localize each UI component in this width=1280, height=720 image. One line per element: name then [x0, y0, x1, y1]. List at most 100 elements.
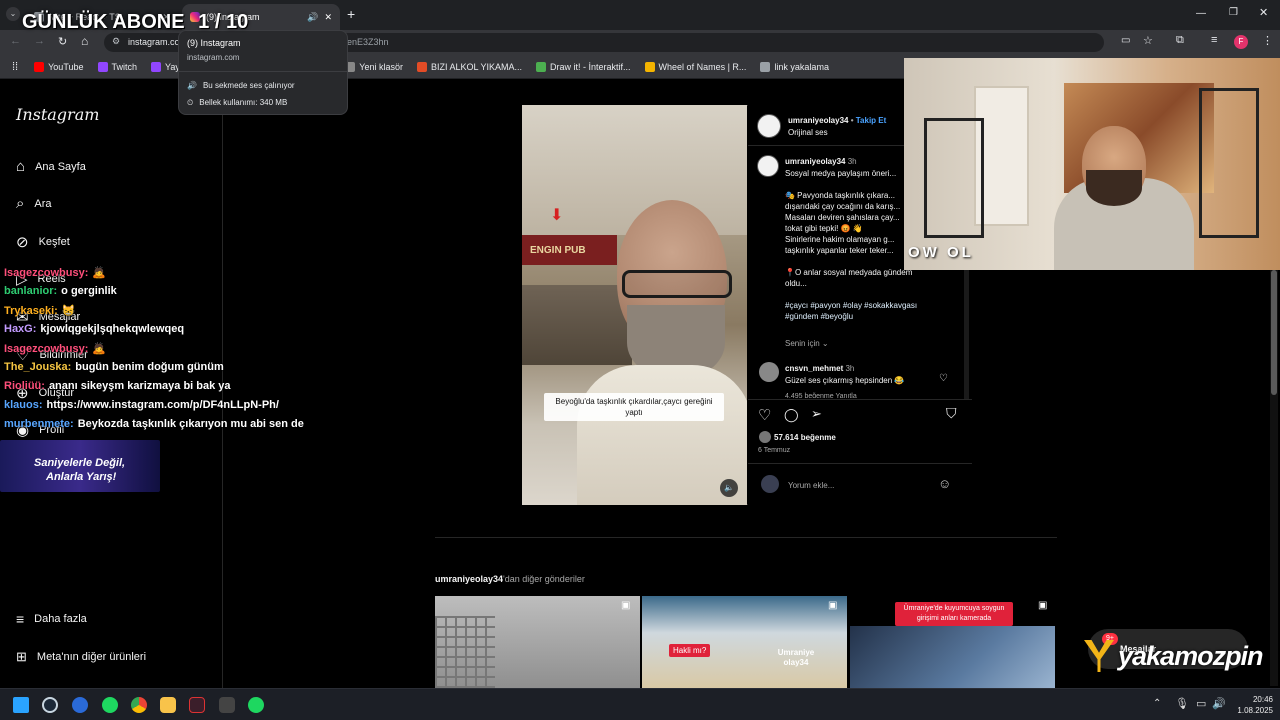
chat-text: kjowlqgekjlşqhekqwlewqeq: [40, 323, 185, 335]
thumb-2-label: Hakli mı?: [669, 644, 711, 657]
chat-username: klauos:: [4, 399, 43, 411]
caption-line: oldu...: [785, 279, 807, 288]
bookmark-item[interactable]: YouTube: [34, 61, 84, 72]
minimize-icon[interactable]: —: [1196, 8, 1206, 19]
crowd: [522, 285, 632, 365]
bookmark-item[interactable]: Wheel of Names | R...: [644, 61, 747, 72]
tab-hover-card: (9) Instagram instagram.com 🔊 Bu sekmede…: [178, 30, 348, 115]
obs-icon[interactable]: [72, 697, 88, 713]
chat-message: klauos: https://www.instagram.com/p/DF4nL…: [4, 399, 279, 411]
like-count[interactable]: 57.614 beğenme: [774, 432, 836, 443]
thumb-post-3[interactable]: Ümraniye'de kuyumcuya soygun girişimi an…: [850, 596, 1055, 688]
chat-text: Beykozda taşkınlık çıkarıyon mu abi sen …: [77, 418, 304, 430]
author-username[interactable]: umraniyeolay34: [788, 116, 848, 125]
chat-username: Trykaseki:: [4, 305, 58, 317]
mute-icon[interactable]: 🔈: [720, 479, 738, 497]
bookmark-favicon-icon: [536, 61, 547, 72]
cast-icon[interactable]: ▭: [1121, 35, 1130, 46]
app-icon[interactable]: [189, 697, 205, 713]
chat-message: Rioliüü: ananı sikeyşm karizmaya bi bak y…: [4, 380, 231, 392]
share-icon[interactable]: ➢: [811, 406, 822, 422]
comment-username[interactable]: cnsvn_mehmet: [785, 364, 843, 373]
more-posts-user[interactable]: umraniyeolay34: [435, 574, 503, 584]
tooltip-divider: [179, 71, 347, 72]
site-info-icon[interactable]: ⚙: [112, 36, 120, 47]
for-you[interactable]: Senin için ⌄: [785, 338, 829, 349]
close-icon[interactable]: ✕: [324, 12, 332, 23]
nav-more[interactable]: ≡ Daha fazla: [16, 611, 87, 627]
more-posts-header: umraniyeolay34'dan diğer gönderiler: [435, 574, 585, 585]
post-video[interactable]: ENGIN PUB ⬇ Beyoğlu'da taşkınlık çıkardı…: [522, 105, 747, 505]
thumb-post-1[interactable]: ▣: [435, 596, 640, 688]
sponsor-logo: yakamozpin: [1084, 640, 1264, 672]
tab-groups-icon[interactable]: ≡: [1211, 34, 1217, 46]
hamburger-icon: ≡: [16, 611, 25, 627]
reload-icon[interactable]: ↻: [58, 35, 67, 48]
steam-icon[interactable]: [42, 697, 58, 713]
bookmark-label: Wheel of Names | R...: [658, 61, 747, 72]
bookmark-item[interactable]: link yakalama: [760, 61, 829, 72]
my-avatar: [761, 475, 779, 493]
volume-icon[interactable]: 🔊: [1212, 697, 1226, 710]
nav-item[interactable]: ⌂ Ana Sayfa: [16, 158, 86, 175]
tooltip-memory: Bellek kullanımı: 340 MB: [199, 98, 288, 107]
save-icon[interactable]: ⛉: [946, 405, 957, 422]
compass-icon: ⊘: [16, 234, 29, 251]
scrollbar-thumb[interactable]: [1271, 270, 1277, 395]
original-audio[interactable]: Orijinal ses: [788, 127, 828, 138]
like-icon[interactable]: ♡: [758, 406, 771, 424]
clock-date[interactable]: 1.08.2025: [1225, 706, 1273, 715]
bookmark-favicon-icon: [151, 61, 162, 72]
profile-avatar[interactable]: F: [1234, 35, 1248, 49]
emoji-icon[interactable]: ☺: [938, 476, 951, 491]
spotify-icon[interactable]: [248, 697, 264, 713]
apps-icon[interactable]: ⁞⁞: [12, 61, 18, 73]
spotify-icon[interactable]: [102, 697, 118, 713]
windows-start-icon[interactable]: [13, 697, 29, 713]
caption-avatar[interactable]: [757, 155, 779, 177]
bookmark-item[interactable]: Twitch: [97, 61, 137, 72]
menu-icon[interactable]: ⋮: [1262, 34, 1273, 47]
comment-meta: 4.495 beğenme Yanıtla: [785, 393, 857, 398]
author-avatar[interactable]: [757, 114, 781, 138]
dot-separator: •: [850, 116, 854, 125]
caption-username[interactable]: umraniyeolay34: [785, 157, 845, 166]
shelf-right: [1199, 88, 1259, 238]
speaker-icon[interactable]: 🔊: [307, 12, 318, 23]
tab-search-button[interactable]: ⌄: [6, 7, 20, 21]
comment-icon[interactable]: ◯: [784, 407, 799, 423]
explorer-icon[interactable]: [160, 697, 176, 713]
bookmark-item[interactable]: BIZI ALKOL YIKAMA...: [416, 61, 522, 72]
tray-chevron-icon[interactable]: ⌃: [1153, 698, 1161, 709]
maximize-icon[interactable]: ❐: [1229, 7, 1238, 18]
back-icon[interactable]: ←: [10, 35, 21, 47]
hashtags[interactable]: #çaycı #pavyon #olay #sokakkavgası #günd…: [785, 300, 945, 322]
extensions-icon[interactable]: ⧉: [1176, 34, 1184, 47]
nav-item-label: Ana Sayfa: [35, 160, 86, 173]
heart-icon[interactable]: ♡: [939, 373, 948, 384]
nav-item[interactable]: ⊘ Keşfet: [16, 233, 70, 251]
recording-app-icon[interactable]: [219, 697, 235, 713]
comment-avatar[interactable]: [759, 362, 779, 382]
nav-meta-products[interactable]: ⊞ Meta'nın diğer ürünleri: [16, 649, 146, 665]
chat-username: Rioliüü:: [4, 380, 45, 392]
bookmark-item[interactable]: Yeni klasör: [345, 61, 403, 72]
new-tab-button[interactable]: +: [347, 6, 355, 22]
bookmark-item[interactable]: Draw it! - İnteraktif...: [536, 61, 631, 72]
window-close-icon[interactable]: ✕: [1259, 6, 1268, 19]
home-icon[interactable]: ⌂: [81, 34, 88, 48]
comment-input[interactable]: Yorum ekle...: [788, 480, 834, 491]
thumb-post-2[interactable]: Hakli mı? Umraniye olay34 ▣: [642, 596, 847, 688]
forward-icon[interactable]: →: [34, 35, 45, 47]
nav-item[interactable]: ⌕ Ara: [16, 195, 52, 212]
follow-button[interactable]: Takip Et: [856, 116, 887, 125]
comment-time: 3h: [845, 364, 855, 373]
instagram-logo[interactable]: Instagram: [16, 105, 99, 124]
star-icon[interactable]: ☆: [1143, 34, 1153, 47]
thumb-2-label-2: Umraniye olay34: [777, 648, 815, 667]
url-right: enE3Z3hn: [347, 37, 389, 47]
clock-time[interactable]: 20:46: [1235, 695, 1273, 704]
chrome-icon[interactable]: [131, 697, 147, 713]
mic-icon[interactable]: 🎙: [1175, 697, 1189, 710]
network-icon[interactable]: ▭: [1196, 697, 1206, 710]
